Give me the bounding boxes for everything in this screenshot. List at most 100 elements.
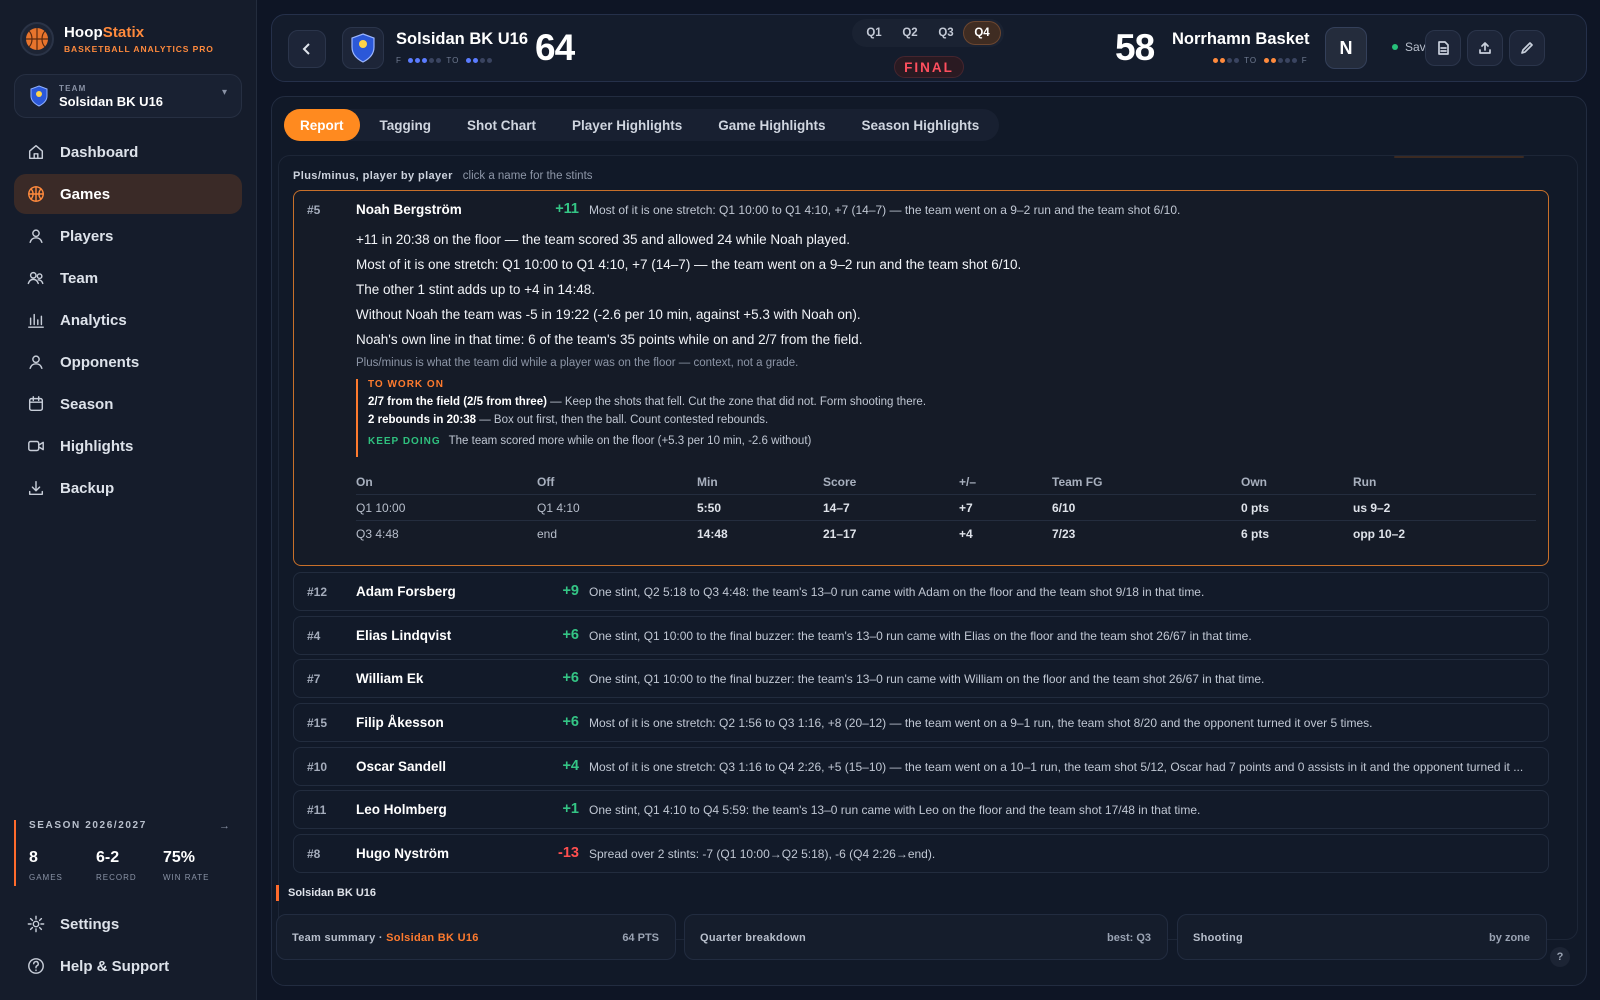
plusminus-header: Plus/minus, player by player click a name… xyxy=(293,170,593,182)
context-note: Plus/minus is what the team did while a … xyxy=(356,357,799,369)
quarter-q1[interactable]: Q1 xyxy=(856,22,892,44)
team-shield-icon xyxy=(30,85,48,107)
sidebar: HoopStatix BASKETBALL ANALYTICS PRO TEAM… xyxy=(0,0,257,1000)
player-name[interactable]: William Ek xyxy=(356,671,423,686)
team-name: Solsidan BK U16 xyxy=(59,93,164,109)
player-row[interactable]: #8 Hugo Nyström -13 Spread over 2 stints… xyxy=(293,834,1549,873)
brand-name: HoopStatix xyxy=(64,24,145,41)
plusminus-value: +6 xyxy=(562,670,579,686)
player-row[interactable]: #12 Adam Forsberg +9 One stint, Q2 5:18 … xyxy=(293,572,1549,611)
player-name[interactable]: Adam Forsberg xyxy=(356,584,456,599)
gear-icon xyxy=(26,914,46,934)
detail-line: The other 1 stint adds up to +4 in 14:48… xyxy=(356,282,596,297)
tab-game-highlights[interactable]: Game Highlights xyxy=(702,109,841,141)
table-row: Q1 10:00 Q1 4:10 5:50 14–7 +7 6/10 0 pts… xyxy=(356,495,1536,521)
player-row-expanded[interactable]: #5 Noah Bergström +11 Most of it is one … xyxy=(293,190,1549,566)
detail-line: Without Noah the team was -5 in 19:22 (-… xyxy=(356,307,861,322)
player-row[interactable]: #11 Leo Holmberg +1 One stint, Q1 4:10 t… xyxy=(293,790,1549,829)
nav-item-season[interactable]: Season xyxy=(14,384,242,424)
to-work-on-item: 2/7 from the field (2/5 from three) — Ke… xyxy=(368,396,927,408)
plusminus-hint: click a name for the stints xyxy=(462,170,593,182)
nav-label: Opponents xyxy=(60,353,140,371)
tab-tagging[interactable]: Tagging xyxy=(364,109,448,141)
card-meta: best: Q3 xyxy=(1106,932,1151,944)
player-name[interactable]: Leo Holmberg xyxy=(356,802,447,817)
player-number: #10 xyxy=(307,760,328,774)
player-summary: One stint, Q2 5:18 to Q3 4:48: the team'… xyxy=(589,585,1205,599)
nav-item-players[interactable]: Players xyxy=(14,216,242,256)
nav-item-help[interactable]: Help & Support xyxy=(14,946,242,986)
detail-line: Noah's own line in that time: 6 of the t… xyxy=(356,332,863,347)
nav-item-team[interactable]: Team xyxy=(14,258,242,298)
quarter-q2[interactable]: Q2 xyxy=(892,22,928,44)
nav-item-dashboard[interactable]: Dashboard xyxy=(14,132,242,172)
away-foul-timeout-dots: TO F xyxy=(1213,56,1308,65)
nav-item-settings[interactable]: Settings xyxy=(14,904,242,944)
document-icon xyxy=(1438,41,1449,55)
quarter-q3[interactable]: Q3 xyxy=(928,22,964,44)
season-card[interactable]: SEASON 2026/2027 → 8 GAMES 6-2 RECORD 75… xyxy=(14,820,242,886)
player-number: #11 xyxy=(307,803,327,817)
tab-report[interactable]: Report xyxy=(284,109,360,141)
card-title: Shooting xyxy=(1193,932,1244,944)
player-name[interactable]: Elias Lindqvist xyxy=(356,628,451,643)
quarter-breakdown-card[interactable]: Quarter breakdown best: Q3 xyxy=(684,914,1168,960)
nav-label: Dashboard xyxy=(60,143,139,161)
pencil-icon xyxy=(1521,42,1533,54)
report-button[interactable] xyxy=(1425,30,1461,66)
help-icon xyxy=(26,956,46,976)
plusminus-value: -13 xyxy=(558,845,579,861)
nav-label: Analytics xyxy=(60,311,127,329)
quarter-selector: Q1 Q2 Q3 Q4 xyxy=(852,19,1004,47)
season-stat-record: 6-2 RECORD xyxy=(96,849,137,882)
game-header: Solsidan BK U16 F TO 64 Q1 Q2 Q3 Q4 FINA… xyxy=(271,14,1587,82)
nav-item-opponents[interactable]: Opponents xyxy=(14,342,242,382)
tab-shot-chart[interactable]: Shot Chart xyxy=(451,109,552,141)
player-row[interactable]: #15 Filip Åkesson +6 Most of it is one s… xyxy=(293,703,1549,742)
player-number: #7 xyxy=(307,672,321,686)
home-team-logo xyxy=(342,27,384,69)
arrow-right-icon[interactable]: → xyxy=(219,820,230,832)
team-label: TEAM xyxy=(59,83,87,93)
edit-button[interactable] xyxy=(1509,30,1545,66)
nav-item-games[interactable]: Games xyxy=(14,174,242,214)
player-row[interactable]: #7 William Ek +6 One stint, Q1 10:00 to … xyxy=(293,659,1549,698)
player-summary: One stint, Q1 10:00 to the final buzzer:… xyxy=(589,672,1265,686)
plusminus-card[interactable]: Plus/minus, player by player click a name… xyxy=(278,155,1578,940)
detail-line: Most of it is one stretch: Q1 10:00 to Q… xyxy=(356,257,1022,272)
home-foul-timeout-dots: F TO xyxy=(396,56,494,65)
nav-item-highlights[interactable]: Highlights xyxy=(14,426,242,466)
calendar-icon xyxy=(26,394,46,414)
player-name[interactable]: Noah Bergström xyxy=(356,202,462,217)
nav-label: Players xyxy=(60,227,114,245)
team-summary-card[interactable]: Team summary · Solsidan BK U16 64 PTS xyxy=(276,914,676,960)
nav-item-backup[interactable]: Backup xyxy=(14,468,242,508)
player-row[interactable]: #10 Oscar Sandell +4 Most of it is one s… xyxy=(293,747,1549,786)
player-number: #12 xyxy=(307,585,328,599)
plusminus-title: Plus/minus, player by player xyxy=(293,170,453,182)
help-button[interactable]: ? xyxy=(1550,947,1570,967)
table-header-row: On Off Min Score +/– Team FG Own Run xyxy=(356,469,1536,495)
nav-label: Help & Support xyxy=(60,957,170,975)
tab-season-highlights[interactable]: Season Highlights xyxy=(846,109,996,141)
player-name[interactable]: Filip Åkesson xyxy=(356,715,444,730)
quarter-q4[interactable]: Q4 xyxy=(964,22,1000,44)
team-selector[interactable]: TEAM Solsidan BK U16 ▾ xyxy=(14,74,242,118)
brand[interactable]: HoopStatix BASKETBALL ANALYTICS PRO xyxy=(20,22,214,56)
report-panel: Report Tagging Shot Chart Player Highlig… xyxy=(271,96,1587,986)
player-summary: Most of it is one stretch: Q1 10:00 to Q… xyxy=(589,203,1181,217)
tab-player-highlights[interactable]: Player Highlights xyxy=(556,109,698,141)
nav-item-analytics[interactable]: Analytics xyxy=(14,300,242,340)
player-number: #5 xyxy=(307,203,321,217)
player-number: #15 xyxy=(307,716,328,730)
home-team-name: Solsidan BK U16 xyxy=(396,30,529,48)
player-name[interactable]: Oscar Sandell xyxy=(356,759,446,774)
shooting-card[interactable]: Shooting by zone xyxy=(1177,914,1547,960)
card-title: Quarter breakdown xyxy=(700,932,806,944)
main-nav: Dashboard Games Players Team Analytics O… xyxy=(14,132,242,510)
back-button[interactable] xyxy=(288,30,326,68)
player-summary: Most of it is one stretch: Q3 1:16 to Q4… xyxy=(589,760,1524,774)
player-row[interactable]: #4 Elias Lindqvist +6 One stint, Q1 10:0… xyxy=(293,616,1549,655)
share-button[interactable] xyxy=(1467,30,1503,66)
player-name[interactable]: Hugo Nyström xyxy=(356,846,449,861)
